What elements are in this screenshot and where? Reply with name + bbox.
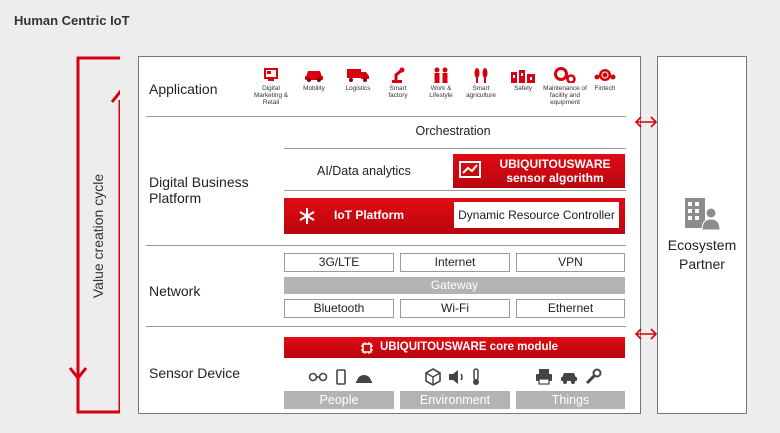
app-safety: Safety [505,67,541,92]
network-bluetooth: Bluetooth [284,299,394,318]
chart-monitor-icon [459,161,481,178]
sub-divider [284,148,626,149]
gateway-bar: Gateway [284,277,625,294]
app-label-line: facility and [549,92,581,99]
iot-stack-panel: Application Digital Business Platform Ne… [138,56,641,414]
layer-label-sensor: Sensor Device [149,365,241,381]
sensor-algo-line: UBIQUITOUSWARE [499,157,611,171]
app-label-line: Logistics [345,85,371,92]
network-3g-lte: 3G/LTE [284,253,394,272]
app-label-line: Maintenance of [543,85,587,92]
analytics-label: AI/Data analytics [317,164,411,178]
truck-icon [347,69,369,82]
ecosystem-partner-panel: Ecosystem Partner [657,56,747,414]
wrench-icon [585,368,602,385]
diagram-title: Human Centric IoT [14,13,130,28]
layer-label-platform: Digital Business Platform [149,174,249,206]
app-label-line: Retail [262,99,280,106]
environment-device-icons [425,368,479,386]
diagram-canvas: Human Centric IoT Value creation cycle A… [0,0,780,433]
people-icon [434,67,448,83]
layer-label-network: Network [149,283,201,299]
building-person-icon [685,198,720,230]
app-label-line: Fintech [594,85,616,92]
sensor-algorithm-box: UBIQUITOUSWARE sensor algorithm [453,154,625,188]
glasses-icon [308,372,328,382]
crop-icon [474,68,488,83]
partner-label-line: Partner [679,256,725,272]
platform-label-line: Platform [149,190,202,206]
printer-icon [536,369,552,385]
sub-divider [284,190,626,191]
network-ethernet: Ethernet [516,299,625,318]
car-icon [561,373,577,384]
car-icon [305,71,323,82]
app-logistics: Logistics [340,67,376,92]
app-label-line: factory [388,92,408,99]
robot-arm-icon [392,67,405,83]
sensor-group-environment: Environment [400,391,510,409]
core-module-label: UBIQUITOUSWARE core module [380,341,559,353]
app-fintech: Fintech [587,67,623,92]
coin-globe-icon [594,69,616,81]
iot-platform-label: IoT Platform [334,208,405,222]
layer-divider [146,326,626,327]
people-device-icons [308,369,372,385]
gears-icon [554,67,576,83]
thermometer-icon [473,368,479,385]
platform-label-line: Digital Business [149,174,249,190]
digital-marketing-icon [264,68,278,81]
speaker-icon [449,370,463,384]
network-internet: Internet [400,253,510,272]
app-label-line: Digital [262,85,280,92]
sensor-group-people: People [284,391,394,409]
double-arrow-icon [634,328,658,340]
app-label-line: equipment [550,99,580,106]
cube-icon [425,368,441,386]
app-maintenance: Maintenance of facility and equipment [543,67,587,106]
app-label-line: Mobility [303,85,325,92]
cycle-down-arrow-icon [68,367,88,381]
sensor-algo-line: sensor algorithm [506,171,604,185]
network-hub-icon [299,208,315,224]
orchestration-label: Orchestration [415,124,491,138]
app-label-line: Lifestyle [429,92,453,99]
app-label-line: agriculture [466,92,496,99]
app-label-line: Safety [513,85,533,92]
network-wifi: Wi-Fi [400,299,510,318]
app-label-line: Smart [472,85,490,92]
value-cycle-label: Value creation cycle [90,173,106,299]
layer-divider [146,116,626,117]
app-digital-marketing: Digital Marketing & Retail [253,67,289,106]
app-label-line: Marketing & [253,92,289,99]
double-arrow-icon [634,116,658,128]
iot-platform-bar: IoT Platform Dynamic Resource Controller [284,198,625,234]
chip-icon [361,342,373,354]
app-label-line: Smart [389,85,407,92]
network-vpn: VPN [516,253,625,272]
dynamic-resource-controller: Dynamic Resource Controller [454,202,619,228]
layer-divider [146,245,626,246]
helmet-icon [356,375,372,383]
app-smart-agriculture: Smart agriculture [463,67,499,99]
phone-icon [336,369,346,385]
factory-icon [511,70,535,83]
app-work-lifestyle: Work & Lifestyle [423,67,459,99]
partner-label-line: Ecosystem [667,237,737,253]
app-mobility: Mobility [296,67,332,92]
app-label-line: Work & [430,85,452,92]
things-device-icons [536,368,602,385]
core-module-bar: UBIQUITOUSWARE core module [284,337,625,358]
layer-label-application: Application [149,81,218,97]
app-smart-factory: Smart factory [380,67,416,99]
sensor-group-things: Things [516,391,625,409]
